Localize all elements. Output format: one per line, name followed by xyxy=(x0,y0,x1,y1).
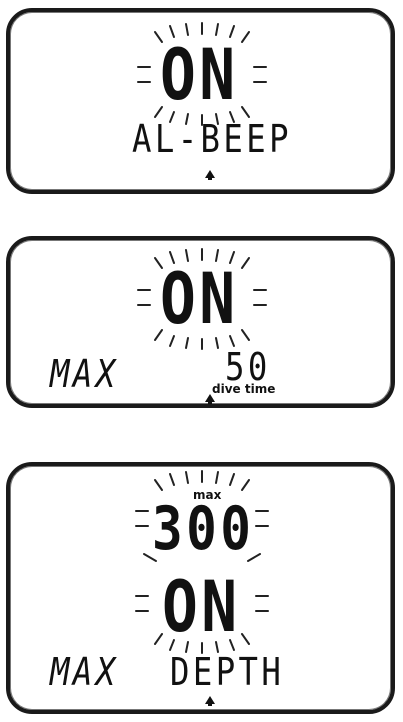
main-value: ON xyxy=(160,258,239,340)
dive-time-caption: dive time xyxy=(212,382,276,396)
al-beep-label: AL-BEEP xyxy=(132,117,292,161)
main-value: ON xyxy=(160,34,239,116)
depth-label: DEPTH xyxy=(170,650,285,694)
max-label: MAX xyxy=(50,650,119,694)
lcd-screen-max-depth: max 300 ON MAX DEPTH xyxy=(6,462,395,714)
lcd-screen-max-dive-time: ON MAX 50 dive time xyxy=(6,236,395,408)
lcd-screen-al-beep: ON AL-BEEP xyxy=(6,8,395,194)
alarm-bell-icon xyxy=(205,394,215,404)
alarm-bell-icon xyxy=(205,170,215,180)
alarm-bell-icon xyxy=(205,696,215,706)
depth-value: 300 xyxy=(152,494,255,564)
max-label: MAX xyxy=(50,352,119,396)
main-value: ON xyxy=(162,566,241,648)
